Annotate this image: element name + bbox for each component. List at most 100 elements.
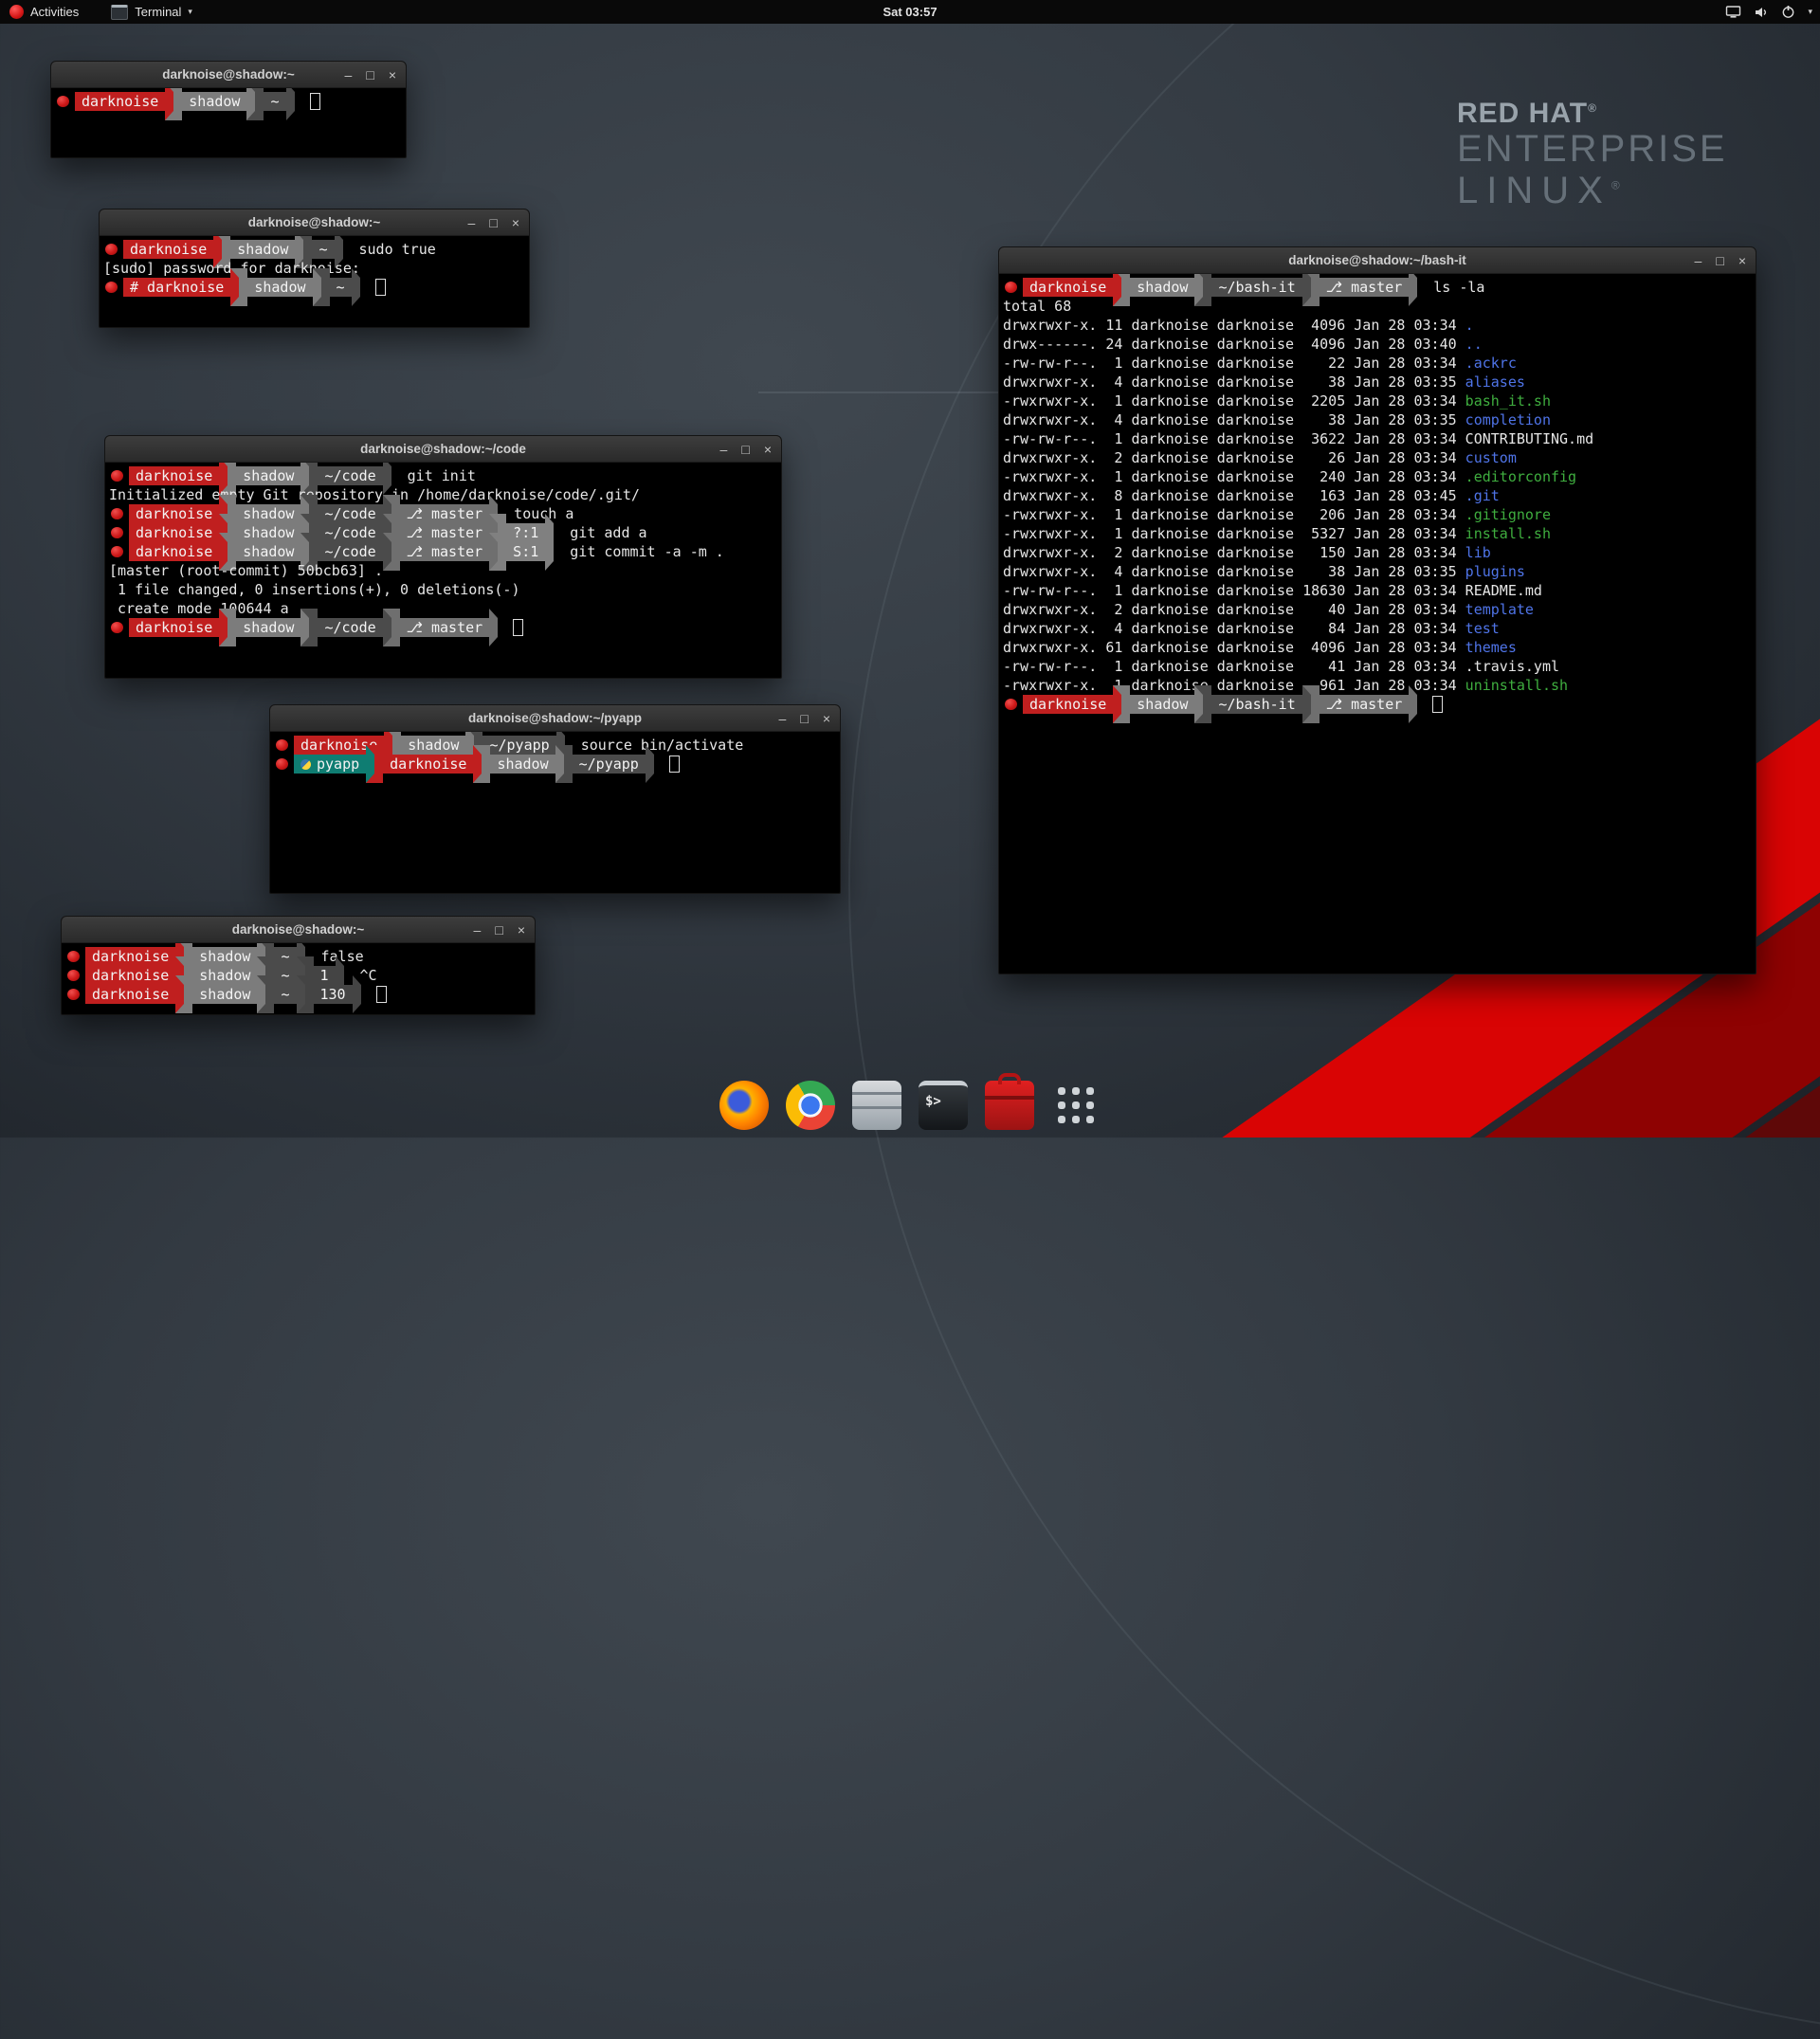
minimize-button[interactable]: – — [468, 216, 476, 229]
prompt-segment: ⎇ master — [400, 504, 490, 523]
window-titlebar[interactable]: darknoise@shadow:~/pyapp – □ × — [270, 705, 840, 732]
toolbox-icon[interactable] — [985, 1081, 1034, 1130]
prompt-segment: ~ — [274, 985, 296, 1004]
maximize-button[interactable]: □ — [741, 443, 749, 456]
prompt-segment: darknoise — [123, 240, 213, 259]
close-button[interactable]: × — [823, 712, 830, 725]
terminal-output-line: -rw-rw-r--. 1 darknoise darknoise 18630 … — [1003, 581, 1752, 600]
output-text: .gitignore — [1465, 506, 1551, 523]
terminal-body[interactable]: darknoiseshadow~sudo true[sudo] password… — [100, 236, 529, 327]
maximize-button[interactable]: □ — [1716, 254, 1723, 267]
powerline-arrow-icon — [1409, 274, 1426, 306]
redhat-prompt-icon — [1005, 282, 1017, 293]
terminal-output-line: Initialized empty Git repository in /hom… — [109, 485, 777, 504]
terminal-output-line: drwxrwxr-x. 8 darknoise darknoise 163 Ja… — [1003, 486, 1752, 505]
window-titlebar[interactable]: darknoise@shadow:~ – □ × — [100, 209, 529, 236]
close-button[interactable]: × — [518, 923, 525, 937]
prompt-segment: darknoise — [129, 523, 219, 542]
output-text: drwxrwxr-x. 11 darknoise darknoise 4096 … — [1003, 317, 1465, 334]
close-button[interactable]: × — [512, 216, 519, 229]
terminal-body[interactable]: darknoiseshadow~ — [51, 88, 406, 157]
prompt-segment: darknoise — [1023, 278, 1113, 297]
prompt-segment: shadow — [236, 542, 300, 561]
terminal-cursor — [669, 756, 680, 773]
terminal-icon[interactable]: $> — [919, 1081, 968, 1130]
minimize-button[interactable]: – — [474, 923, 482, 937]
prompt-segment: shadow — [490, 755, 555, 774]
app-grid-icon[interactable] — [1051, 1081, 1101, 1130]
terminal-prompt-line: pyappdarknoiseshadow~/pyapp — [274, 755, 836, 774]
prompt-segment: darknoise — [383, 755, 473, 774]
firefox-icon[interactable] — [719, 1081, 769, 1130]
maximize-button[interactable]: □ — [495, 923, 502, 937]
redhat-prompt-icon — [111, 622, 123, 633]
system-status-area[interactable]: ▾ — [1725, 0, 1812, 24]
maximize-button[interactable]: □ — [366, 68, 373, 82]
prompt-segment: ~/code — [318, 542, 382, 561]
output-text: CONTRIBUTING.md — [1465, 430, 1593, 447]
prompt-segment: shadow — [236, 466, 300, 485]
output-text: .. — [1465, 336, 1483, 353]
terminal-output-line: -rwxrwxr-x. 1 darknoise darknoise 5327 J… — [1003, 524, 1752, 543]
minimize-button[interactable]: – — [1695, 254, 1702, 267]
output-text: drwxrwxr-x. 2 darknoise darknoise 40 Jan… — [1003, 601, 1465, 618]
output-text: custom — [1465, 449, 1517, 466]
terminal-output-line: drwxrwxr-x. 4 darknoise darknoise 38 Jan… — [1003, 373, 1752, 391]
prompt-segment: 1 — [314, 966, 336, 985]
activities-button[interactable]: Activities — [9, 5, 79, 19]
prompt-segment: ~ — [330, 278, 352, 297]
close-button[interactable]: × — [1738, 254, 1746, 267]
window-titlebar[interactable]: darknoise@shadow:~/code – □ × — [105, 436, 781, 463]
output-text: -rw-rw-r--. 1 darknoise darknoise 18630 … — [1003, 582, 1465, 599]
window-titlebar[interactable]: darknoise@shadow:~ – □ × — [51, 62, 406, 88]
app-menu-label: Terminal — [135, 5, 181, 19]
window-title: darknoise@shadow:~/code — [360, 442, 526, 456]
window-titlebar[interactable]: darknoise@shadow:~ – □ × — [62, 917, 535, 943]
minimize-button[interactable]: – — [345, 68, 353, 82]
terminal-output-line: -rw-rw-r--. 1 darknoise darknoise 22 Jan… — [1003, 354, 1752, 373]
terminal-body[interactable]: darknoiseshadow~/pyappsource bin/activat… — [270, 732, 840, 893]
redhat-prompt-icon — [111, 546, 123, 557]
terminal-prompt-line: darknoiseshadow~/code⎇ master — [109, 618, 777, 637]
terminal-window-home-2: darknoise@shadow:~ – □ × darknoiseshadow… — [61, 916, 536, 1015]
terminal-prompt-line: darknoiseshadow~/codegit init — [109, 466, 777, 485]
powerline-arrow-icon — [545, 533, 562, 571]
terminal-prompt-glyph: $> — [925, 1094, 941, 1109]
prompt-segment: darknoise — [1023, 695, 1113, 714]
terminal-prompt-line: darknoiseshadow~/bash-it⎇ masterls -la — [1003, 278, 1752, 297]
output-text: completion — [1465, 411, 1551, 428]
powerline-arrow-icon — [1113, 274, 1130, 306]
powerline-arrow-icon — [1113, 685, 1130, 723]
terminal-body[interactable]: darknoiseshadow~falsedarknoiseshadow~1^C… — [62, 943, 535, 1014]
close-button[interactable]: × — [389, 68, 396, 82]
powerline-arrow-icon — [1302, 685, 1320, 723]
terminal-window-bash-it: darknoise@shadow:~/bash-it – □ × darknoi… — [998, 246, 1756, 974]
output-text: 1 file changed, 0 insertions(+), 0 delet… — [109, 581, 519, 598]
close-button[interactable]: × — [764, 443, 772, 456]
chrome-icon[interactable] — [786, 1081, 835, 1130]
terminal-body[interactable]: darknoiseshadow~/bash-it⎇ masterls -lato… — [999, 274, 1756, 974]
activities-label: Activities — [30, 5, 79, 19]
terminal-prompt-line: # darknoiseshadow~ — [103, 278, 525, 297]
minimize-button[interactable]: – — [779, 712, 787, 725]
app-menu-terminal[interactable]: Terminal ▾ — [111, 5, 192, 20]
command-text: git commit -a -m . — [570, 543, 724, 560]
window-titlebar[interactable]: darknoise@shadow:~/bash-it – □ × — [999, 247, 1756, 274]
output-text: themes — [1465, 639, 1517, 656]
redhat-prompt-icon — [111, 470, 123, 482]
output-text: -rw-rw-r--. 1 darknoise darknoise 3622 J… — [1003, 430, 1465, 447]
powerline-arrow-icon — [352, 268, 369, 306]
clock[interactable]: Sat 03:57 — [883, 5, 937, 19]
redhat-prompt-icon — [276, 739, 288, 751]
prompt-segment: ~/code — [318, 618, 382, 637]
terminal-body[interactable]: darknoiseshadow~/codegit initInitialized… — [105, 463, 781, 678]
minimize-button[interactable]: – — [720, 443, 728, 456]
powerline-arrow-icon — [383, 533, 400, 571]
maximize-button[interactable]: □ — [489, 216, 497, 229]
prompt-segment: ~/bash-it — [1211, 278, 1301, 297]
maximize-button[interactable]: □ — [800, 712, 808, 725]
power-icon — [1781, 5, 1795, 19]
files-icon[interactable] — [852, 1081, 901, 1130]
terminal-output-line: create mode 100644 a — [109, 599, 777, 618]
terminal-cursor — [310, 93, 320, 110]
